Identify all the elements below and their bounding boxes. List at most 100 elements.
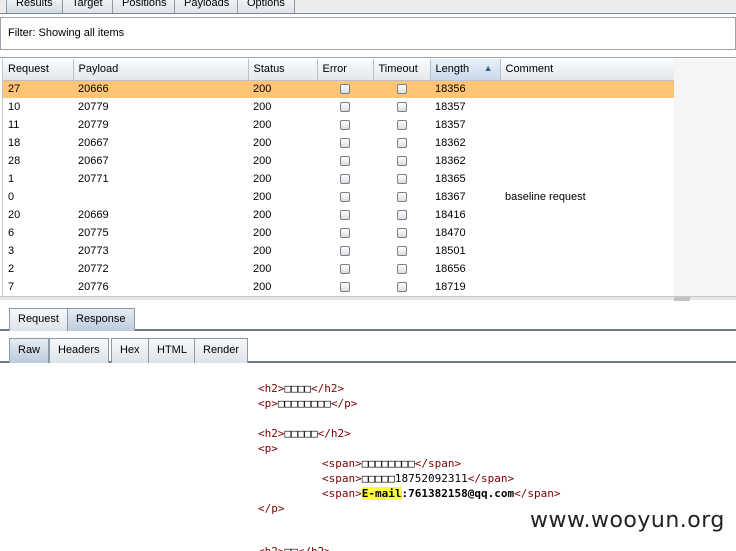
cell-payload: 20771 xyxy=(78,173,109,185)
cell-comment xyxy=(500,98,674,116)
table-row[interactable]: 2 20772 200 18656 xyxy=(3,260,674,278)
cell-error xyxy=(317,242,373,260)
tab-response[interactable]: Response xyxy=(67,308,135,331)
scrollbar-thumb[interactable] xyxy=(674,297,690,301)
cell-timeout xyxy=(373,134,430,152)
table-row[interactable]: 28 20667 200 18362 xyxy=(3,152,674,170)
sort-ascending-icon: ▲ xyxy=(483,63,493,74)
error-checkbox[interactable] xyxy=(340,210,350,221)
timeout-checkbox[interactable] xyxy=(396,174,407,185)
error-checkbox[interactable] xyxy=(340,156,350,167)
cell-timeout xyxy=(373,260,430,278)
column-header-length[interactable]: Length ▲ xyxy=(430,59,501,81)
table-row[interactable]: 6 20775 200 18470 xyxy=(3,224,674,242)
error-checkbox[interactable] xyxy=(340,84,350,95)
timeout-checkbox[interactable] xyxy=(396,156,407,167)
cell-timeout xyxy=(373,188,430,206)
cell-length: 18357 xyxy=(435,119,466,131)
cell-error xyxy=(317,170,373,188)
table-row[interactable]: 0 200 18367 baseline request xyxy=(3,188,674,206)
error-checkbox[interactable] xyxy=(340,102,350,113)
tab-request[interactable]: Request xyxy=(9,308,68,331)
timeout-checkbox[interactable] xyxy=(396,264,407,275)
timeout-checkbox[interactable] xyxy=(396,84,407,95)
cell-comment xyxy=(500,134,674,152)
tab-options[interactable]: Options xyxy=(237,0,295,13)
error-checkbox[interactable] xyxy=(340,282,350,293)
column-header-timeout[interactable]: Timeout xyxy=(373,59,431,81)
error-checkbox[interactable] xyxy=(340,192,350,203)
timeout-checkbox[interactable] xyxy=(396,246,407,257)
cell-payload: 20779 xyxy=(78,101,109,113)
cell-request: 1 xyxy=(8,173,15,185)
cell-status: 200 xyxy=(253,281,272,293)
cell-comment xyxy=(500,206,674,224)
cell-timeout xyxy=(373,116,430,134)
code-text: :761382158@qq.com xyxy=(401,487,515,500)
error-checkbox[interactable] xyxy=(340,264,350,275)
table-row[interactable]: 18 20667 200 18362 xyxy=(3,134,674,152)
cell-status: 200 xyxy=(253,155,272,167)
table-row[interactable]: 1 20771 200 18365 xyxy=(3,170,674,188)
error-checkbox[interactable] xyxy=(340,120,350,131)
code-text: □□□□□□□□ xyxy=(277,397,331,410)
tab-render[interactable]: Render xyxy=(194,338,249,363)
tab-headers[interactable]: Headers xyxy=(49,338,109,363)
timeout-checkbox[interactable] xyxy=(396,102,407,113)
column-header-payload[interactable]: Payload xyxy=(73,59,249,81)
cell-payload: 20669 xyxy=(78,209,109,221)
tab-results[interactable]: Results xyxy=(6,0,63,13)
column-header-error[interactable]: Error xyxy=(317,59,374,81)
tab-payloads[interactable]: Payloads xyxy=(174,0,240,13)
timeout-checkbox[interactable] xyxy=(396,210,407,221)
results-table: Request Payload Status Error Timeout Len… xyxy=(3,59,674,296)
error-checkbox[interactable] xyxy=(340,138,350,149)
table-row[interactable]: 3 20773 200 18501 xyxy=(3,242,674,260)
code-line-span-2: <span>□□□□□18752092311</span> xyxy=(322,472,515,485)
cell-comment xyxy=(500,260,674,278)
column-header-comment[interactable]: Comment xyxy=(500,59,674,81)
filter-bar[interactable]: Filter: Showing all items xyxy=(0,17,736,50)
timeout-checkbox[interactable] xyxy=(396,228,407,239)
cell-payload xyxy=(73,188,248,206)
tab-positions[interactable]: Positions xyxy=(112,0,177,13)
cell-request: 6 xyxy=(8,227,15,239)
column-header-request[interactable]: Request xyxy=(3,59,74,81)
code-line-span-1: <span>□□□□□□□□</span> xyxy=(322,457,462,470)
table-row[interactable]: 27 20666 200 18356 xyxy=(3,80,674,98)
cell-length: 18362 xyxy=(435,137,466,149)
code-text: □□□□ xyxy=(284,382,312,395)
table-horizontal-scrollbar[interactable] xyxy=(0,296,736,301)
table-row[interactable]: 10 20779 200 18357 xyxy=(3,98,674,116)
cell-status: 200 xyxy=(253,209,272,221)
timeout-checkbox[interactable] xyxy=(396,120,407,131)
tab-html[interactable]: HTML xyxy=(148,338,196,363)
table-row[interactable]: 7 20776 200 18719 xyxy=(3,278,674,296)
watermark: www.wooyun.org xyxy=(522,508,733,533)
code-text: □□□□□18752092311 xyxy=(361,472,468,485)
cell-length: 18470 xyxy=(435,227,466,239)
table-empty-gutter xyxy=(674,59,736,299)
message-tab-strip: Request Response xyxy=(0,303,736,331)
cell-status: 200 xyxy=(253,101,272,113)
cell-request: 10 xyxy=(8,101,21,113)
cell-payload: 20779 xyxy=(78,119,109,131)
error-checkbox[interactable] xyxy=(340,174,350,185)
tab-hex[interactable]: Hex xyxy=(111,338,149,363)
error-checkbox[interactable] xyxy=(340,228,350,239)
results-table-panel: Request Payload Status Error Timeout Len… xyxy=(0,57,736,300)
timeout-checkbox[interactable] xyxy=(396,138,407,149)
cell-status: 200 xyxy=(253,245,272,257)
timeout-checkbox[interactable] xyxy=(396,192,407,203)
error-checkbox[interactable] xyxy=(340,246,350,257)
cell-error xyxy=(317,188,373,206)
tab-raw[interactable]: Raw xyxy=(9,338,50,363)
cell-comment xyxy=(500,224,674,242)
timeout-checkbox[interactable] xyxy=(396,282,407,293)
tab-target[interactable]: Target xyxy=(62,0,113,13)
table-row[interactable]: 20 20669 200 18416 xyxy=(3,206,674,224)
cell-comment xyxy=(500,170,674,188)
table-row[interactable]: 11 20779 200 18357 xyxy=(3,116,674,134)
cell-length: 18357 xyxy=(435,101,466,113)
column-header-status[interactable]: Status xyxy=(248,59,318,81)
